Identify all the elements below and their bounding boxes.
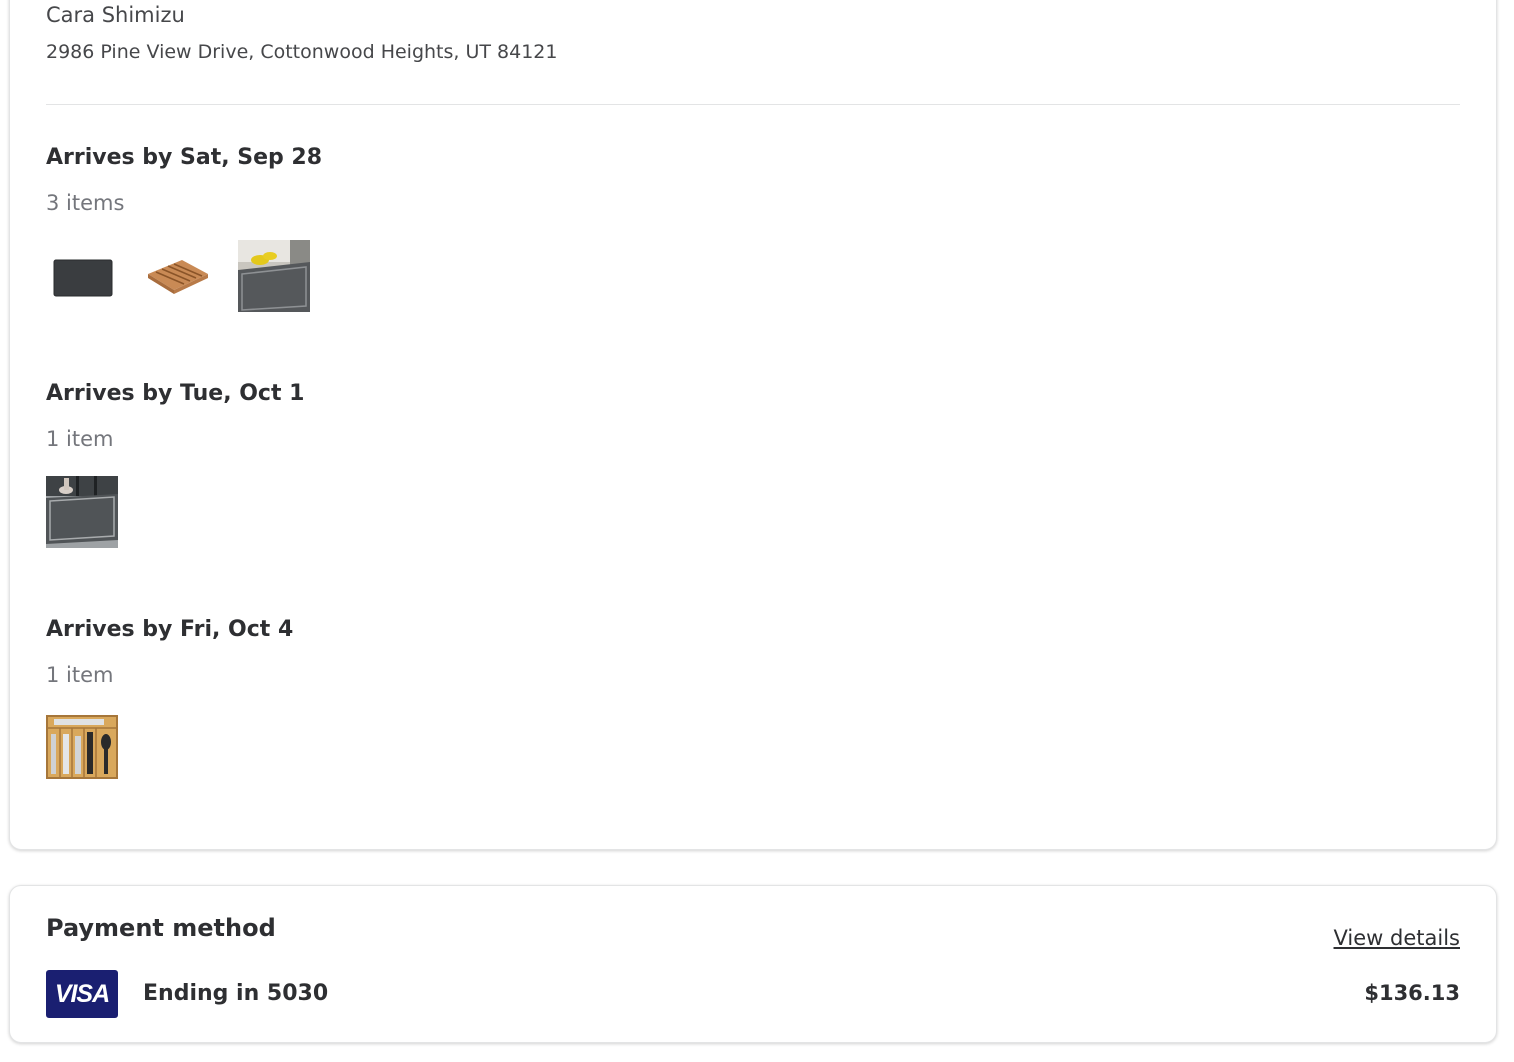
delivery-group-oct-1: Arrives by Tue, Oct 1 1 item xyxy=(46,379,304,548)
delivery-group-title: Arrives by Tue, Oct 1 xyxy=(46,381,305,406)
visa-card-icon: VISA xyxy=(46,970,118,1018)
delivery-group-oct-4: Arrives by Fri, Oct 4 1 item xyxy=(46,615,293,784)
delivery-group-count: 1 item xyxy=(46,427,114,451)
delivery-group-title: Arrives by Fri, Oct 4 xyxy=(46,617,294,642)
delivery-group-count: 1 item xyxy=(46,663,114,687)
card-ending-text: Ending in 5030 xyxy=(143,981,329,1006)
delivery-group-sep-28: Arrives by Sat, Sep 28 3 items xyxy=(46,143,322,312)
view-details-link[interactable]: View details xyxy=(1334,926,1460,950)
item-thumbnails xyxy=(46,240,322,312)
recipient-name: Cara Shimizu xyxy=(46,3,185,27)
payment-method-title: Payment method xyxy=(46,914,276,942)
payment-amount: $136.13 xyxy=(1364,981,1460,1005)
shipping-card: Cara Shimizu 2986 Pine View Drive, Cotto… xyxy=(9,0,1497,850)
runner-rug-thumbnail[interactable] xyxy=(238,240,310,312)
black-mat-thumbnail[interactable] xyxy=(46,240,118,312)
delivery-group-count: 3 items xyxy=(46,191,125,215)
utensil-organizer-thumbnail[interactable] xyxy=(46,712,118,784)
divider xyxy=(46,104,1460,105)
delivery-group-title: Arrives by Sat, Sep 28 xyxy=(46,145,323,170)
recipient-address: 2986 Pine View Drive, Cottonwood Heights… xyxy=(46,41,558,63)
item-thumbnails xyxy=(46,476,304,548)
bamboo-tray-thumbnail[interactable] xyxy=(142,240,214,312)
doormat-photo-thumbnail[interactable] xyxy=(46,476,118,548)
item-thumbnails xyxy=(46,712,293,784)
payment-method-card: Payment method View details VISA Ending … xyxy=(9,885,1497,1043)
